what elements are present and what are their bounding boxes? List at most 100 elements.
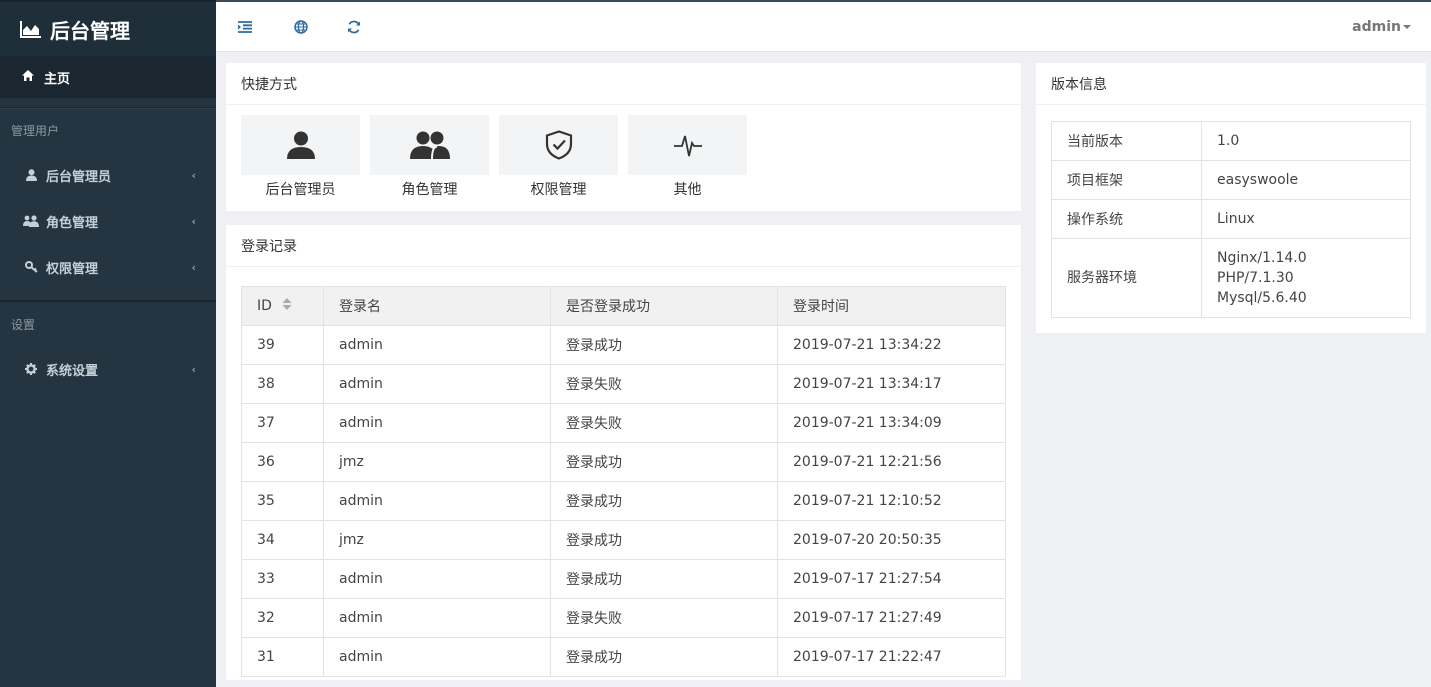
cell-id: 32 bbox=[241, 598, 324, 638]
shortcut-icon-box bbox=[499, 115, 618, 175]
shortcut-label: 角色管理 bbox=[401, 182, 458, 198]
brand-title: 后台管理 bbox=[50, 18, 130, 43]
cell-login-name: admin bbox=[323, 637, 551, 677]
globe-icon[interactable] bbox=[274, 19, 327, 34]
cell-login-time: 2019-07-21 13:34:17 bbox=[777, 364, 1006, 404]
sidebar-section-header: 设置 bbox=[11, 317, 36, 332]
column-header-id[interactable]: ID bbox=[241, 286, 324, 326]
os-key: 操作系统 bbox=[1051, 199, 1202, 239]
panel-title: 登录记录 bbox=[226, 225, 1021, 267]
framework-key: 项目框架 bbox=[1051, 160, 1202, 200]
server-env-line: Nginx/1.14.0 bbox=[1217, 250, 1307, 266]
brand[interactable]: 后台管理 bbox=[0, 0, 216, 56]
table-row: 33 admin 登录成功 2019-07-17 21:27:54 bbox=[241, 559, 1006, 599]
cell-login-name: admin bbox=[323, 364, 551, 404]
cell-login-name: admin bbox=[323, 559, 551, 599]
shield-check-icon bbox=[545, 130, 572, 160]
column-header-login-success[interactable]: 是否登录成功 bbox=[550, 286, 778, 326]
table-row: 39 admin 登录成功 2019-07-21 13:34:22 bbox=[241, 325, 1006, 365]
cell-login-name: admin bbox=[323, 325, 551, 365]
shortcut-label: 权限管理 bbox=[530, 182, 587, 198]
cell-login-status: 登录成功 bbox=[550, 442, 778, 482]
user-menu[interactable]: admin bbox=[1352, 19, 1411, 35]
chevron-left-icon: ‹ bbox=[191, 214, 196, 228]
home-icon bbox=[22, 70, 34, 84]
sidebar-item-admins[interactable]: 后台管理员 ‹ bbox=[0, 152, 216, 198]
column-header-label: ID bbox=[257, 298, 272, 314]
sort-icon[interactable] bbox=[282, 298, 292, 314]
sidebar-item-home[interactable]: 主页 bbox=[0, 56, 216, 98]
cell-login-status: 登录失败 bbox=[550, 598, 778, 638]
cell-login-status: 登录成功 bbox=[550, 325, 778, 365]
table-header-row: ID 登录名 是否登录成功 登录时间 bbox=[241, 286, 1006, 326]
indent-icon[interactable] bbox=[216, 20, 274, 33]
cell-id: 35 bbox=[241, 481, 324, 521]
table-row: 31 admin 登录成功 2019-07-17 21:22:47 bbox=[241, 637, 1006, 677]
version-info-panel: 版本信息 当前版本 1.0 项目框架 easyswoole 操作系统 Linux… bbox=[1036, 63, 1426, 333]
chevron-left-icon: ‹ bbox=[191, 168, 196, 182]
server-env-line: Mysql/5.6.40 bbox=[1217, 290, 1307, 306]
column-header-login-name[interactable]: 登录名 bbox=[323, 286, 551, 326]
table-row: 操作系统 Linux bbox=[1051, 199, 1411, 239]
sidebar-item-label: 系统设置 bbox=[46, 363, 99, 379]
shortcut-permissions[interactable]: 权限管理 bbox=[499, 115, 618, 199]
server-env-line: PHP/7.1.30 bbox=[1217, 270, 1294, 286]
cell-id: 39 bbox=[241, 325, 324, 365]
caret-down-icon bbox=[1403, 24, 1411, 29]
server-env-key: 服务器环境 bbox=[1051, 238, 1202, 318]
divider bbox=[0, 98, 216, 108]
cell-id: 33 bbox=[241, 559, 324, 599]
sidebar-section-header: 管理用户 bbox=[0, 108, 216, 152]
table-row: 38 admin 登录失败 2019-07-21 13:34:17 bbox=[241, 364, 1006, 404]
login-log-table: ID 登录名 是否登录成功 登录时间 39 admin 登录成功 2019-07-21… bbox=[241, 286, 1006, 677]
pulse-icon bbox=[673, 135, 702, 157]
sidebar-item-label: 角色管理 bbox=[46, 215, 99, 231]
divider bbox=[0, 290, 216, 302]
version-key: 当前版本 bbox=[1051, 121, 1202, 161]
users-icon bbox=[22, 215, 40, 227]
panel-title: 快捷方式 bbox=[226, 63, 1021, 105]
shortcut-roles[interactable]: 角色管理 bbox=[370, 115, 489, 199]
user-icon bbox=[22, 169, 40, 181]
cell-login-status: 登录成功 bbox=[550, 481, 778, 521]
shortcut-label: 其他 bbox=[673, 182, 702, 198]
cell-login-status: 登录成功 bbox=[550, 520, 778, 560]
cell-login-time: 2019-07-17 21:22:47 bbox=[777, 637, 1006, 677]
table-row: 37 admin 登录失败 2019-07-21 13:34:09 bbox=[241, 403, 1006, 443]
cell-login-name: admin bbox=[323, 403, 551, 443]
cell-login-time: 2019-07-21 12:10:52 bbox=[777, 481, 1006, 521]
cell-login-time: 2019-07-20 20:50:35 bbox=[777, 520, 1006, 560]
cell-id: 31 bbox=[241, 637, 324, 677]
cell-login-time: 2019-07-21 13:34:09 bbox=[777, 403, 1006, 443]
cell-login-name: admin bbox=[323, 481, 551, 521]
user-icon bbox=[286, 131, 315, 159]
cell-login-name: jmz bbox=[323, 520, 551, 560]
shortcut-admins[interactable]: 后台管理员 bbox=[241, 115, 360, 199]
cell-login-status: 登录失败 bbox=[550, 403, 778, 443]
sidebar-item-label: 权限管理 bbox=[46, 261, 99, 277]
sidebar-item-roles[interactable]: 角色管理 ‹ bbox=[0, 198, 216, 244]
cell-id: 34 bbox=[241, 520, 324, 560]
table-row: 36 jmz 登录成功 2019-07-21 12:21:56 bbox=[241, 442, 1006, 482]
chevron-left-icon: ‹ bbox=[191, 260, 196, 274]
sidebar-item-permissions[interactable]: 权限管理 ‹ bbox=[0, 244, 216, 290]
shortcut-icon-box bbox=[370, 115, 489, 175]
version-value: 1.0 bbox=[1201, 121, 1411, 161]
shortcut-label: 后台管理员 bbox=[265, 182, 336, 198]
panel-title: 版本信息 bbox=[1036, 63, 1426, 105]
chevron-left-icon: ‹ bbox=[191, 362, 196, 376]
cell-login-time: 2019-07-21 12:21:56 bbox=[777, 442, 1006, 482]
cell-id: 38 bbox=[241, 364, 324, 404]
shortcut-icon-box bbox=[241, 115, 360, 175]
shortcut-list: 后台管理员 角色管理 权限管理 其他 bbox=[226, 105, 1021, 209]
refresh-icon[interactable] bbox=[327, 20, 380, 34]
version-info-table: 当前版本 1.0 项目框架 easyswoole 操作系统 Linux 服务器环… bbox=[1051, 121, 1411, 318]
shortcuts-panel: 快捷方式 后台管理员 角色管理 权限管理 其他 bbox=[226, 63, 1021, 211]
table-row: 35 admin 登录成功 2019-07-21 12:10:52 bbox=[241, 481, 1006, 521]
sidebar-item-system-settings[interactable]: 系统设置 ‹ bbox=[0, 346, 216, 392]
cell-login-time: 2019-07-21 13:34:22 bbox=[777, 325, 1006, 365]
shortcut-other[interactable]: 其他 bbox=[628, 115, 747, 199]
cell-login-time: 2019-07-17 21:27:54 bbox=[777, 559, 1006, 599]
column-header-login-time[interactable]: 登录时间 bbox=[777, 286, 1006, 326]
table-row: 当前版本 1.0 bbox=[1051, 121, 1411, 161]
